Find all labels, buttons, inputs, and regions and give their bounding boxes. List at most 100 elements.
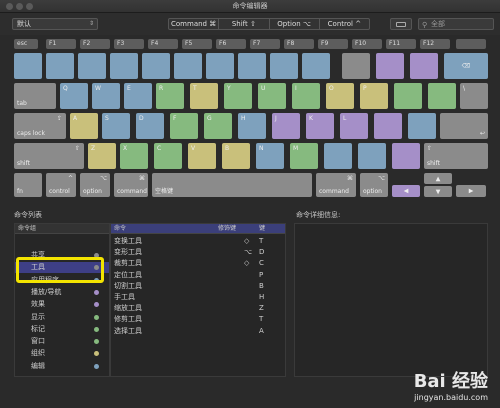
key-8[interactable] — [270, 53, 298, 79]
group-row[interactable]: 编辑 — [15, 361, 109, 372]
keyboard-view-button[interactable] — [390, 18, 412, 30]
key-power[interactable] — [456, 39, 486, 49]
group-row[interactable]: 窗口 — [15, 336, 109, 347]
key-f8[interactable]: F8 — [284, 39, 314, 49]
modifier-command-button[interactable]: Command ⌘ — [169, 19, 220, 29]
key-option-left[interactable]: ⌥ option — [80, 173, 110, 197]
key-space[interactable]: 空格键 — [152, 173, 312, 197]
key-f10[interactable]: F10 — [352, 39, 382, 49]
key-f11[interactable]: F11 — [386, 39, 416, 49]
key-control-left[interactable]: ^ control — [46, 173, 76, 197]
key-f5[interactable]: F5 — [182, 39, 212, 49]
key-minus[interactable] — [376, 53, 404, 79]
key-j[interactable]: J — [272, 113, 300, 139]
key-backslash[interactable]: \ — [460, 83, 488, 109]
key-arrow-up[interactable]: ▲ — [424, 173, 452, 184]
key-0[interactable] — [342, 53, 370, 79]
key-p[interactable]: P — [360, 83, 388, 109]
key-r[interactable]: R — [156, 83, 184, 109]
key-k[interactable]: K — [306, 113, 334, 139]
modifier-option-button[interactable]: Option ⌥ — [270, 19, 320, 29]
key-n[interactable]: N — [256, 143, 284, 169]
key-f12[interactable]: F12 — [420, 39, 450, 49]
key-delete[interactable]: ⌫ — [444, 53, 488, 79]
key-l[interactable]: L — [340, 113, 368, 139]
key-c[interactable]: C — [154, 143, 182, 169]
key-e[interactable]: E — [124, 83, 152, 109]
key-arrow-right[interactable]: ▶ — [456, 185, 486, 197]
key-f1[interactable]: F1 — [46, 39, 76, 49]
column-modifier[interactable]: 修饰键 — [218, 224, 236, 234]
key-g[interactable]: G — [204, 113, 232, 139]
close-window-icon[interactable] — [6, 3, 13, 10]
command-row[interactable]: 选择工具 A — [111, 326, 285, 337]
key-f7[interactable]: F7 — [250, 39, 280, 49]
column-command[interactable]: 命令 — [114, 224, 126, 234]
key-option-right[interactable]: ⌥ option — [360, 173, 388, 197]
command-row[interactable]: 定位工具 P — [111, 270, 285, 281]
key-slash[interactable] — [392, 143, 420, 169]
preset-dropdown[interactable]: 默认 ⇕ — [12, 18, 98, 30]
key-quote[interactable] — [408, 113, 436, 139]
command-row[interactable]: 修剪工具 T — [111, 314, 285, 325]
key-return[interactable]: ↩ — [440, 113, 488, 139]
key-shift-right[interactable]: ⇧ shift — [424, 143, 488, 169]
key-tab[interactable]: tab — [14, 83, 56, 109]
group-row[interactable]: 组织 — [15, 348, 109, 359]
command-row[interactable]: 裁剪工具 ◇ C — [111, 258, 285, 269]
key-arrow-left[interactable]: ◀ — [392, 185, 420, 197]
key-f9[interactable]: F9 — [318, 39, 348, 49]
group-row[interactable]: 播放/导航 — [15, 287, 109, 298]
key-comma[interactable] — [324, 143, 352, 169]
key-f3[interactable]: F3 — [114, 39, 144, 49]
key-grave[interactable] — [14, 53, 42, 79]
key-u[interactable]: U — [258, 83, 286, 109]
command-row[interactable]: 缩放工具 Z — [111, 303, 285, 314]
key-h[interactable]: H — [238, 113, 266, 139]
modifier-shift-button[interactable]: Shift ⇧ — [219, 19, 270, 29]
search-field[interactable]: ⚲ 全部 — [418, 18, 494, 30]
key-rbracket[interactable] — [428, 83, 456, 109]
group-row[interactable]: 显示 — [15, 312, 109, 323]
key-o[interactable]: O — [326, 83, 354, 109]
key-w[interactable]: W — [92, 83, 120, 109]
key-caps-lock[interactable]: ⇪ caps lock — [14, 113, 66, 139]
key-semicolon[interactable] — [374, 113, 402, 139]
key-y[interactable]: Y — [224, 83, 252, 109]
minimize-window-icon[interactable] — [16, 3, 23, 10]
key-6[interactable] — [206, 53, 234, 79]
key-m[interactable]: M — [290, 143, 318, 169]
key-3[interactable] — [110, 53, 138, 79]
key-shift-left[interactable]: ⇧ shift — [14, 143, 84, 169]
key-9[interactable] — [302, 53, 330, 79]
zoom-window-icon[interactable] — [26, 3, 33, 10]
key-equal[interactable] — [410, 53, 438, 79]
key-f2[interactable]: F2 — [80, 39, 110, 49]
key-2[interactable] — [78, 53, 106, 79]
key-f6[interactable]: F6 — [216, 39, 246, 49]
key-v[interactable]: V — [188, 143, 216, 169]
key-arrow-down[interactable]: ▼ — [424, 186, 452, 197]
key-command-left[interactable]: ⌘ command — [114, 173, 148, 197]
key-4[interactable] — [142, 53, 170, 79]
key-i[interactable]: I — [292, 83, 320, 109]
modifier-control-button[interactable]: Control ^ — [320, 19, 369, 29]
key-d[interactable]: D — [136, 113, 164, 139]
key-lbracket[interactable] — [394, 83, 422, 109]
command-row[interactable]: 变换工具 T — [111, 236, 285, 247]
command-row[interactable]: 变形工具 ⌥ D — [111, 247, 285, 258]
command-row[interactable]: 切割工具 B — [111, 281, 285, 292]
key-fn[interactable]: fn — [14, 173, 42, 197]
key-t[interactable]: T — [190, 83, 218, 109]
command-row[interactable]: 手工具 H — [111, 292, 285, 303]
key-s[interactable]: S — [102, 113, 130, 139]
key-f4[interactable]: F4 — [148, 39, 178, 49]
key-b[interactable]: B — [222, 143, 250, 169]
key-a[interactable]: A — [70, 113, 98, 139]
group-row[interactable]: 效果 — [15, 299, 109, 310]
key-command-right[interactable]: ⌘ command — [316, 173, 356, 197]
key-f[interactable]: F — [170, 113, 198, 139]
key-q[interactable]: Q — [60, 83, 88, 109]
key-7[interactable] — [238, 53, 266, 79]
key-1[interactable] — [46, 53, 74, 79]
